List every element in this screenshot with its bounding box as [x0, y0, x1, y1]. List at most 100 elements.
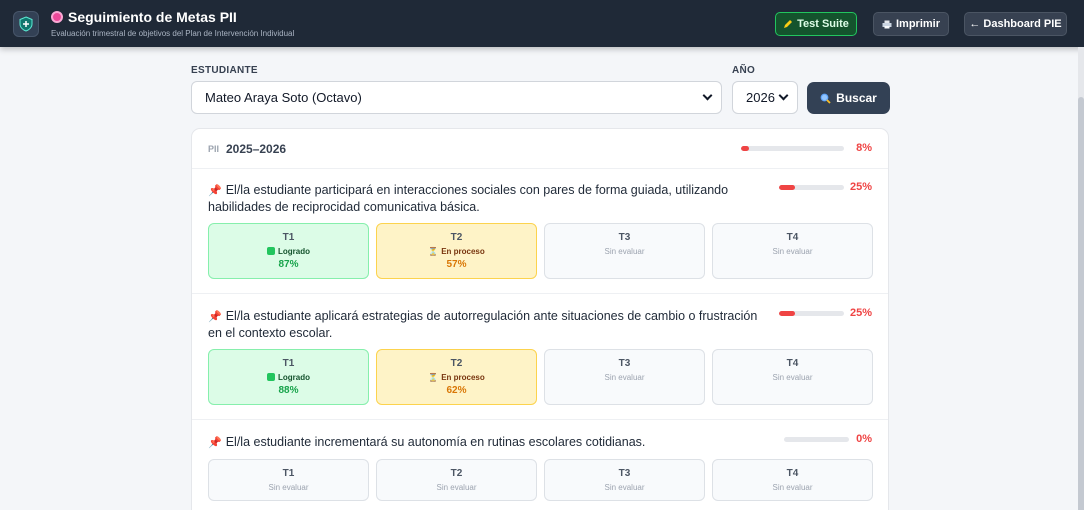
pin-icon: 📌 [208, 185, 222, 197]
pin-icon: 📌 [208, 311, 222, 323]
quarter-name: T1 [282, 358, 295, 369]
quarter-status: Sin evaluar [268, 483, 309, 492]
printer-icon [882, 20, 892, 28]
quarter-name: T4 [786, 358, 799, 369]
quarter-status: Sin evaluar [772, 483, 813, 492]
goal-1-progress-fill [779, 185, 796, 190]
quarter-status-text: En proceso [441, 373, 485, 382]
goal-1-progress-percent: 25% [849, 181, 872, 193]
quarter-status-text: Logrado [278, 247, 310, 256]
goal-1-quarter-t2[interactable]: T2 ⏳ En proceso 57% [376, 223, 537, 279]
dashboard-button[interactable]: ← Dashboard PIE [964, 12, 1067, 36]
pii-card: PII 2025–2026 8% 📌 El/la estudiante parti… [191, 128, 889, 510]
quarter-name: T2 [450, 468, 463, 479]
test-suite-label: Test Suite [797, 18, 849, 30]
goal-3-progress-percent: 0% [856, 433, 872, 445]
quarter-status: Logrado [209, 373, 368, 382]
student-label: ESTUDIANTE [191, 65, 258, 76]
goal-text: 📌 El/la estudiante participará en interac… [208, 182, 768, 215]
quarter-status: Sin evaluar [772, 247, 813, 256]
app-title: Seguimiento de Metas PII [68, 9, 237, 25]
divider [192, 293, 888, 294]
goal-2-progress-percent: 25% [849, 307, 872, 319]
goal-text: 📌 El/la estudiante aplicará estrategias d… [208, 308, 768, 341]
year-select[interactable]: 2026 [732, 81, 798, 114]
dashboard-label: ← Dashboard PIE [969, 18, 1062, 30]
quarter-status: Sin evaluar [604, 483, 645, 492]
quarter-status: ⏳ En proceso [377, 247, 536, 256]
quarter-value: 87% [278, 259, 299, 270]
goal-2-progress-bar [779, 311, 844, 316]
goal-3-quarter-t2[interactable]: T2 Sin evaluar [376, 459, 537, 501]
goal-1-quarter-t4[interactable]: T4 Sin evaluar [712, 223, 873, 279]
brand: Seguimiento de Metas PII Evaluación trim… [51, 9, 294, 38]
quarter-name: T3 [618, 358, 631, 369]
goal-2-quarter-t3[interactable]: T3 Sin evaluar [544, 349, 705, 405]
quarter-name: T3 [618, 232, 631, 243]
top-bar: Seguimiento de Metas PII Evaluación trim… [0, 0, 1084, 47]
hourglass-icon: ⏳ [428, 373, 439, 382]
print-label: Imprimir [895, 18, 940, 30]
quarter-name: T1 [282, 232, 295, 243]
goal-3-quarter-t3[interactable]: T3 Sin evaluar [544, 459, 705, 501]
quarter-name: T4 [786, 468, 799, 479]
check-icon [267, 247, 275, 255]
goal-2-text: El/la estudiante aplicará estrategias de… [208, 309, 758, 340]
pencil-icon [784, 20, 793, 28]
student-select[interactable]: Mateo Araya Soto (Octavo) [191, 81, 722, 114]
target-icon [51, 11, 63, 23]
goal-3-quarter-t1[interactable]: T1 Sin evaluar [208, 459, 369, 501]
quarter-status: Sin evaluar [604, 373, 645, 382]
shield-icon [13, 11, 39, 37]
student-select-value: Mateo Araya Soto (Octavo) [205, 90, 362, 105]
pii-period: 2025–2026 [226, 142, 287, 156]
quarter-status-text: En proceso [441, 247, 485, 256]
hourglass-icon: ⏳ [428, 247, 439, 256]
plan-progress-percent: 8% [856, 142, 872, 154]
quarter-status: Sin evaluar [604, 247, 645, 256]
app-subtitle: Evaluación trimestral de objetivos del P… [51, 29, 295, 38]
pii-tag: PII [208, 144, 220, 154]
goal-2-progress-fill [779, 311, 796, 316]
goal-3-quarter-t4[interactable]: T4 Sin evaluar [712, 459, 873, 501]
goal-1-progress-bar [779, 185, 844, 190]
goal-3-text: El/la estudiante incrementará su autonom… [225, 435, 646, 449]
scrollbar-thumb[interactable] [1078, 97, 1084, 510]
quarter-status-text: Logrado [278, 373, 310, 382]
page-title: Seguimiento de Metas PII [51, 9, 294, 25]
quarter-name: T4 [786, 232, 799, 243]
goal-2-quarter-t1[interactable]: T1 Logrado 88% [208, 349, 369, 405]
quarter-value: 62% [446, 385, 467, 396]
quarter-name: T2 [450, 358, 463, 369]
goal-text: 📌 El/la estudiante incrementará su autono… [208, 434, 768, 451]
magnifier-icon [820, 93, 831, 104]
year-label: AÑO [732, 65, 756, 76]
quarter-value: 57% [446, 259, 467, 270]
quarter-name: T2 [450, 232, 463, 243]
quarter-name: T1 [282, 468, 295, 479]
quarter-status: Sin evaluar [436, 483, 477, 492]
test-suite-button[interactable]: Test Suite [775, 12, 857, 36]
plan-progress-fill [741, 146, 750, 151]
quarter-status: ⏳ En proceso [377, 373, 536, 382]
pin-icon: 📌 [208, 437, 222, 449]
year-select-value: 2026 [746, 90, 775, 105]
search-button[interactable]: Buscar [807, 82, 890, 114]
search-label: Buscar [836, 91, 877, 105]
scrollbar[interactable] [1078, 47, 1084, 510]
print-button[interactable]: Imprimir [873, 12, 949, 36]
check-icon [267, 373, 275, 381]
chevron-down-icon [702, 90, 713, 101]
quarter-name: T3 [618, 468, 631, 479]
goal-2-quarter-t2[interactable]: T2 ⏳ En proceso 62% [376, 349, 537, 405]
goal-1-quarter-t3[interactable]: T3 Sin evaluar [544, 223, 705, 279]
quarter-value: 88% [278, 385, 299, 396]
quarter-status: Sin evaluar [772, 373, 813, 382]
chevron-down-icon [778, 90, 789, 101]
goal-1-text: El/la estudiante participará en interacc… [208, 183, 729, 214]
plan-progress-bar [741, 146, 844, 151]
goal-1-quarter-t1[interactable]: T1 Logrado 87% [208, 223, 369, 279]
divider [192, 419, 888, 420]
pii-card-header: PII 2025–2026 8% [192, 129, 888, 169]
goal-2-quarter-t4[interactable]: T4 Sin evaluar [712, 349, 873, 405]
